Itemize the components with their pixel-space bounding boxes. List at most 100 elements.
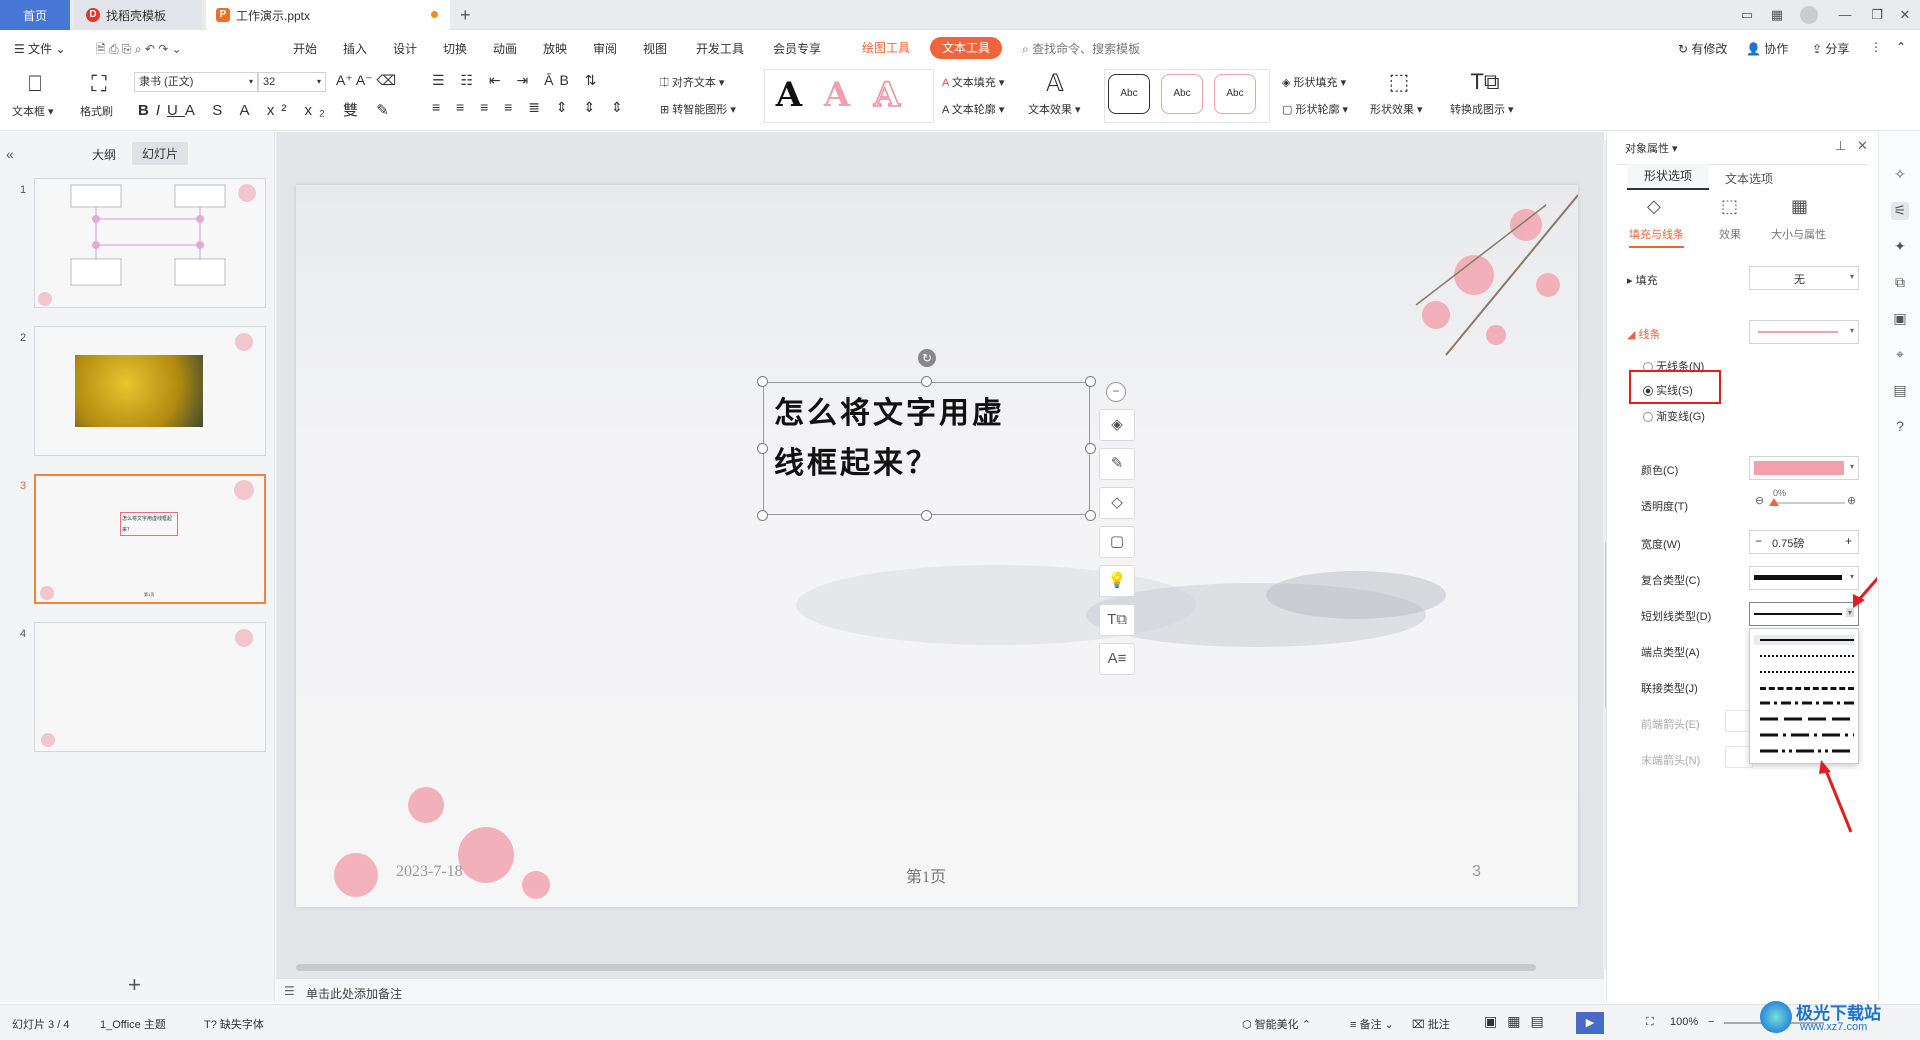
menu-design[interactable]: 设计	[393, 40, 417, 57]
menu-slideshow[interactable]: 放映	[543, 40, 567, 57]
location-icon[interactable]: ⌖	[1891, 346, 1909, 364]
missing-font[interactable]: T? 缺失字体	[204, 1016, 264, 1032]
textbox-button[interactable]: 文本框 ▾	[12, 103, 54, 119]
slide-page-label[interactable]: 第1页	[906, 863, 946, 887]
restore-icon[interactable]: ❐	[1866, 5, 1888, 25]
comment-toggle[interactable]: ⌧ 批注	[1412, 1016, 1450, 1032]
resize-handle[interactable]	[1085, 443, 1096, 454]
pen-icon[interactable]: ✎	[1099, 448, 1135, 480]
align-text-button[interactable]: ⎅ 对齐文本 ▾	[660, 74, 724, 90]
menu-view[interactable]: 视图	[643, 40, 667, 57]
quick-access-icons[interactable]: 🗎 ⎙ ⎘ ⌕ ↶ ↷ ⌄	[96, 40, 182, 61]
fill-bucket-icon[interactable]: ◇	[1099, 487, 1135, 519]
shape-fill-button[interactable]: ◈ 形状填充 ▾	[1282, 74, 1346, 90]
collapse-float-toolbar-icon[interactable]: −	[1106, 382, 1126, 402]
horizontal-scrollbar[interactable]	[296, 962, 1586, 972]
slide-thumbnail-4[interactable]	[34, 622, 266, 752]
tab-home[interactable]: 首页	[0, 0, 70, 30]
file-menu[interactable]: ☰ 文件 ⌄	[14, 40, 66, 57]
font-size-adjust-icons[interactable]: A⁺ A⁻ ⌫	[336, 72, 396, 89]
textbox-icon[interactable]: ⎕	[20, 71, 50, 97]
format-painter-icon[interactable]: ⛶	[84, 71, 114, 97]
shape-style-3[interactable]: Abc	[1214, 74, 1256, 114]
copy-icon[interactable]: ⧉	[1891, 274, 1909, 292]
text-effect-icon[interactable]: 𝔸	[1040, 69, 1070, 98]
menu-start[interactable]: 开始	[293, 40, 317, 57]
slides-tab[interactable]: 幻灯片	[132, 142, 189, 165]
shape-effect-button[interactable]: 形状效果 ▾	[1370, 101, 1423, 117]
text-effect-button[interactable]: 文本效果 ▾	[1028, 101, 1081, 117]
resize-handle[interactable]	[757, 510, 768, 521]
text-style-icon[interactable]: A≡	[1099, 643, 1135, 675]
convert-diagram-icon[interactable]: T⧉	[1470, 69, 1500, 95]
resize-handle[interactable]	[921, 510, 932, 521]
theme-name[interactable]: 1_Office 主题	[100, 1016, 166, 1032]
tab-text-tools[interactable]: 文本工具	[930, 37, 1003, 59]
smart-art-button[interactable]: ⊞ 转智能图形 ▾	[660, 101, 736, 117]
title-text[interactable]: 怎么将文字用虚 线框起来？	[774, 389, 1005, 489]
title-textbox[interactable]: 怎么将文字用虚 线框起来？	[763, 382, 1090, 515]
horizontal-scroll-thumb[interactable]	[296, 964, 1536, 971]
shape-style-1[interactable]: Abc	[1108, 74, 1150, 114]
rotate-handle-icon[interactable]: ↻	[918, 349, 936, 367]
notes-toggle[interactable]: ≡ 备注 ⌄	[1350, 1016, 1394, 1032]
view-mode-icons[interactable]: ▣▦▤	[1484, 1013, 1554, 1030]
resize-handle[interactable]	[1085, 376, 1096, 387]
tab-drawing-tools[interactable]: 绘图工具	[850, 37, 922, 59]
share-button[interactable]: ⇪ 分享	[1812, 40, 1849, 57]
shape-effect-icon[interactable]: ⬚	[1384, 69, 1414, 95]
menu-member[interactable]: 会员专享	[773, 40, 821, 57]
minimize-icon[interactable]: —	[1834, 5, 1856, 25]
collab-button[interactable]: 👤 协作	[1746, 40, 1788, 57]
text-transform-icon[interactable]: T⧉	[1099, 604, 1135, 636]
resize-handle[interactable]	[1085, 510, 1096, 521]
book-icon[interactable]: ▤	[1891, 382, 1909, 400]
add-slide-button[interactable]: +	[128, 972, 141, 998]
slide[interactable]: 2023-7-18 第1页 3 怎么将文字用虚 线框起来？ ↻	[296, 185, 1578, 907]
zoom-level[interactable]: 100%	[1670, 1016, 1698, 1028]
magic-icon[interactable]: ✧	[1891, 166, 1909, 184]
menu-review[interactable]: 审阅	[593, 40, 617, 57]
tab-docer[interactable]: D 找稻壳模板	[74, 0, 202, 30]
collapse-ribbon-icon[interactable]: ⌃	[1896, 40, 1906, 54]
wordart-style-1[interactable]: A	[768, 73, 810, 117]
font-select[interactable]: 隶书 (正文) ▾	[134, 72, 258, 92]
collapse-panel-icon[interactable]: «	[6, 146, 14, 162]
text-outline-button[interactable]: A 文本轮廓 ▾	[942, 101, 1004, 117]
command-search[interactable]: ⌕ 查找命令、搜索模板	[1022, 40, 1140, 57]
slide-thumbnail-2[interactable]	[34, 326, 266, 456]
menu-developer[interactable]: 开发工具	[696, 40, 744, 57]
font-style-icons[interactable]: BIUA S A x² x₂ 雙 ✎	[138, 99, 396, 120]
menu-transition[interactable]: 切换	[443, 40, 467, 57]
wordart-style-3[interactable]: A	[866, 73, 908, 117]
zoom-out-icon[interactable]: −	[1708, 1016, 1714, 1028]
slide-thumbnail-1[interactable]	[34, 178, 266, 308]
shape-style-2[interactable]: Abc	[1161, 74, 1203, 114]
convert-diagram-button[interactable]: 转换成图示 ▾	[1450, 101, 1514, 117]
layer-icon[interactable]: ◈	[1099, 409, 1135, 441]
resize-handle[interactable]	[757, 443, 768, 454]
font-size-select[interactable]: 32 ▾	[258, 72, 326, 92]
slide-date[interactable]: 2023-7-18	[396, 863, 463, 881]
more-icon[interactable]: ⋮	[1870, 40, 1882, 54]
help-icon[interactable]: ?	[1891, 418, 1909, 436]
shape-outline-button[interactable]: ▢ 形状轮廓 ▾	[1282, 101, 1348, 117]
resize-handle[interactable]	[757, 376, 768, 387]
outline-tab[interactable]: 大纲	[92, 146, 116, 163]
new-tab-button[interactable]: +	[460, 0, 471, 30]
layout-icon[interactable]: ▭	[1736, 5, 1758, 25]
paragraph-align-icons[interactable]: ≡ ≡ ≡ ≡ ≣ ⇕ ⇕ ⇕	[432, 99, 629, 116]
slides-icon[interactable]: ▣	[1891, 310, 1909, 328]
format-painter-button[interactable]: 格式刷	[80, 103, 113, 119]
avatar[interactable]	[1800, 6, 1818, 24]
animation-icon[interactable]: ✦	[1891, 238, 1909, 256]
menu-animation[interactable]: 动画	[493, 40, 517, 57]
menu-insert[interactable]: 插入	[343, 40, 367, 57]
list-icons[interactable]: ☰ ☷ ⇤ ⇥ ĀB ⇅	[432, 72, 602, 89]
tab-document[interactable]: P 工作演示.pptx	[206, 0, 450, 30]
modify-button[interactable]: ↻ 有修改	[1678, 40, 1727, 57]
play-slideshow-button[interactable]: ▶	[1576, 1012, 1604, 1034]
slide-thumbnail-3[interactable]: 怎么将文字用虚线框起来？ 第1页	[34, 474, 266, 604]
idea-bulb-icon[interactable]: 💡	[1099, 565, 1135, 597]
notes-placeholder[interactable]: 单击此处添加备注	[306, 985, 402, 1002]
